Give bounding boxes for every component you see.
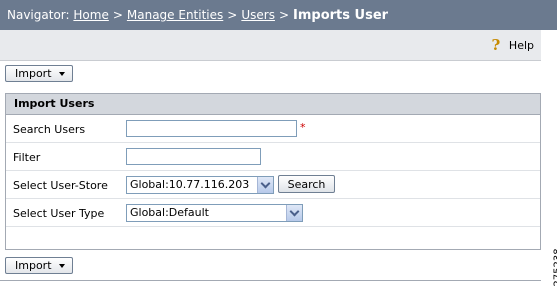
search-button[interactable]: Search [278,175,335,193]
filter-input[interactable] [126,148,261,165]
breadcrumb-separator: > [112,8,123,22]
search-users-input[interactable] [126,120,297,137]
user-type-row: Select User Type Global:Default [6,199,540,227]
breadcrumb-users[interactable]: Users [241,8,275,22]
search-users-row: Search Users * [6,115,540,143]
bottom-divider [0,280,541,281]
dropdown-arrow-icon [58,263,65,268]
help-question-icon: ? [491,36,501,54]
dropdown-arrow-icon [58,71,65,76]
help-label: Help [508,38,534,52]
required-marker: * [300,121,306,134]
panel-title: Import Users [6,94,540,115]
help-bar: ? Help [0,30,541,61]
user-store-row: Select User-Store Global:10.77.116.203 S… [6,171,540,199]
user-type-select[interactable]: Global:Default [126,204,303,222]
import-menu-button-top[interactable]: Import [5,65,73,82]
filter-row: Filter [6,143,540,171]
breadcrumb-separator: > [227,8,238,22]
user-store-value: Global:10.77.116.203 [130,178,250,191]
breadcrumb-separator: > [278,8,290,22]
chevron-down-icon [286,205,302,221]
user-type-label: Select User Type [13,207,105,220]
navigator-bar: Navigator: Home > Manage Entities > Users > Im… [0,0,557,30]
help-link[interactable]: ? Help [489,36,534,54]
filter-label: Filter [13,151,41,164]
import-users-panel: Import Users Search Users * Filter Selec… [5,93,541,250]
user-store-select[interactable]: Global:10.77.116.203 [126,176,274,194]
figure-id: 275238 [552,248,557,287]
import-label: Import [15,67,52,80]
page-title: Imports User [293,8,389,23]
search-users-label: Search Users [13,123,86,136]
breadcrumb-manage-entities[interactable]: Manage Entities [127,8,223,22]
navigator-prefix: Navigator: [7,8,70,22]
chevron-down-icon [257,177,273,193]
user-type-value: Global:Default [130,206,209,219]
import-label: Import [15,259,52,272]
breadcrumb-home[interactable]: Home [73,8,108,22]
user-store-label: Select User-Store [13,179,108,192]
import-menu-button-bottom[interactable]: Import [5,257,73,274]
